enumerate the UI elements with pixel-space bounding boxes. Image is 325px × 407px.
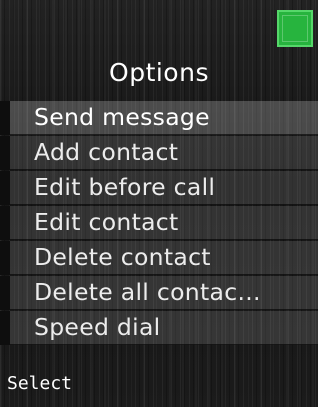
menu-item-label: Speed dial <box>34 313 161 341</box>
menu-item-delete-all-contacts[interactable]: Delete all contac... <box>0 276 318 310</box>
menu-item-label: Edit before call <box>34 173 216 201</box>
menu-item-delete-contact[interactable]: Delete contact <box>0 241 318 275</box>
phone-screen: Options Send message Add contact Edit be… <box>0 0 318 407</box>
menu-item-label: Delete all contac... <box>34 278 261 306</box>
menu-item-send-message[interactable]: Send message <box>0 101 318 135</box>
menu-title: Options <box>109 58 209 87</box>
menu-item-edit-before-call[interactable]: Edit before call <box>0 171 318 205</box>
left-softkey-select[interactable]: Select <box>7 372 72 396</box>
battery-full-icon <box>277 10 313 47</box>
menu-item-speed-dial[interactable]: Speed dial <box>0 311 318 345</box>
menu-item-add-contact[interactable]: Add contact <box>0 136 318 170</box>
menu-item-label: Send message <box>34 103 210 131</box>
options-menu: Send message Add contact Edit before cal… <box>0 101 318 346</box>
menu-item-label: Delete contact <box>34 243 211 271</box>
menu-item-edit-contact[interactable]: Edit contact <box>0 206 318 240</box>
menu-item-label: Edit contact <box>34 208 179 236</box>
menu-item-label: Add contact <box>34 138 179 166</box>
